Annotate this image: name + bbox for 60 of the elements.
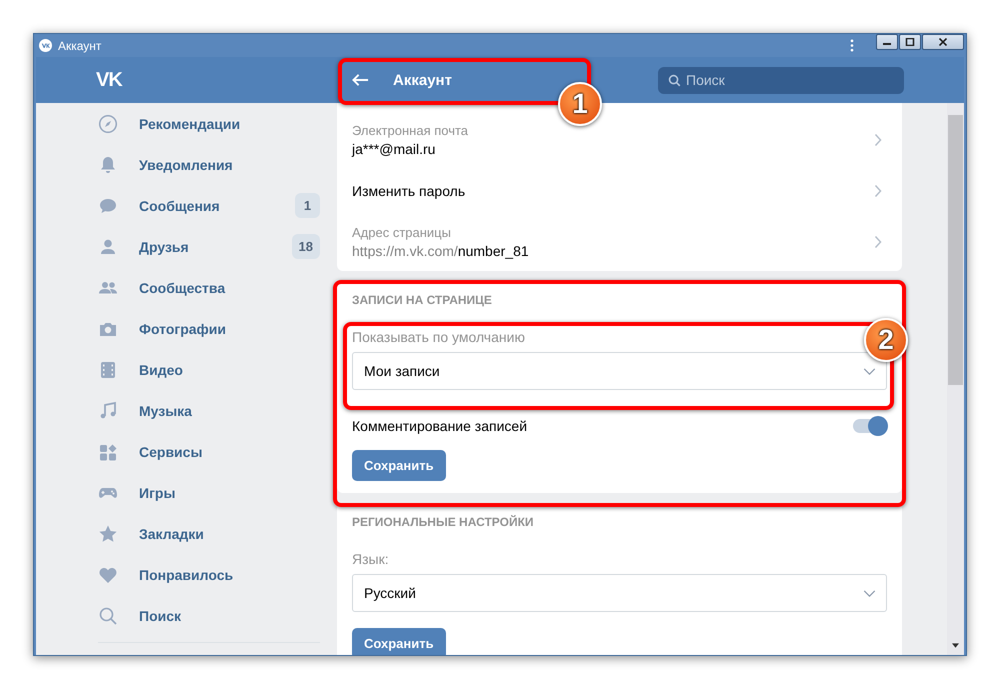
scroll-down-arrow-icon[interactable] [952,643,959,648]
chevron-right-icon [874,184,882,198]
minimize-button[interactable] [876,34,898,50]
chevron-right-icon [874,235,882,249]
vk-logo[interactable]: VK [96,68,122,92]
page-title: Аккаунт [393,72,452,88]
search-icon [98,606,118,626]
maximize-button[interactable] [899,34,921,50]
page-address-row[interactable]: Адрес страницы https://m.vk.com/number_81 [337,219,902,265]
sidebar-item[interactable]: Уведомления [98,144,320,185]
sidebar-item[interactable]: Поиск [98,595,320,636]
save-button[interactable]: Сохранить [352,628,446,655]
sidebar-item[interactable]: Игры [98,472,320,513]
sidebar-item[interactable]: Закладки [98,513,320,554]
sidebar-item[interactable]: Видео [98,349,320,390]
default-posts-dropdown[interactable]: Мои записи [352,352,887,390]
sidebar-item[interactable]: Музыка [98,390,320,431]
count-badge: 18 [292,234,320,259]
change-password-row[interactable]: Изменить пароль [337,172,902,210]
language-dropdown[interactable]: Русский [352,574,887,612]
section-heading: РЕГИОНАЛЬНЫЕ НАСТРОЙКИ [352,515,535,529]
field-label: Показывать по умолчанию [352,329,526,345]
page-address-label: Адрес страницы [352,225,452,240]
close-button[interactable] [922,34,964,50]
star-icon [98,524,118,544]
bell-icon [98,154,118,174]
compass-icon [98,114,118,134]
chevron-down-icon [863,590,876,596]
comments-label: Комментирование записей [352,418,528,434]
sidebar-item[interactable]: Друзья 18 [98,226,320,267]
scrollbar[interactable] [947,103,964,655]
search-field[interactable]: Поиск [658,66,904,94]
email-value: ja***@mail.ru [352,141,436,157]
person-icon [98,236,118,256]
address-value: number_81 [458,243,529,259]
chevron-down-icon [863,368,876,374]
sidebar-item[interactable]: Рекомендации [98,103,320,144]
film-icon [98,360,118,380]
music-note-icon [98,400,118,420]
section-heading: ЗАПИСИ НА СТРАНИЦЕ [352,293,493,307]
count-badge: 1 [295,193,320,218]
sidebar-item[interactable]: Сообщества [98,267,320,308]
sidebar-item[interactable]: Сервисы [98,431,320,472]
app-logo-icon [39,39,52,52]
window-title: Аккаунт [58,38,102,52]
chevron-right-icon [874,133,882,147]
sidebar-item[interactable]: Сообщения 1 [98,185,320,226]
comments-toggle[interactable] [853,419,887,433]
maximize-icon [905,38,915,46]
change-password-label: Изменить пароль [352,183,466,199]
back-arrow-icon[interactable] [352,73,369,87]
address-prefix: https://m.vk.com/ [352,243,458,259]
grid-icon [98,442,118,462]
field-label: Язык: [352,551,390,567]
more-options-icon[interactable] [850,39,854,52]
sidebar-item[interactable]: Понравилось [98,554,320,595]
save-button[interactable]: Сохранить [352,450,446,481]
sidebar-item[interactable]: Фотографии [98,308,320,349]
close-icon [938,38,948,46]
email-label: Электронная почта [352,123,470,138]
